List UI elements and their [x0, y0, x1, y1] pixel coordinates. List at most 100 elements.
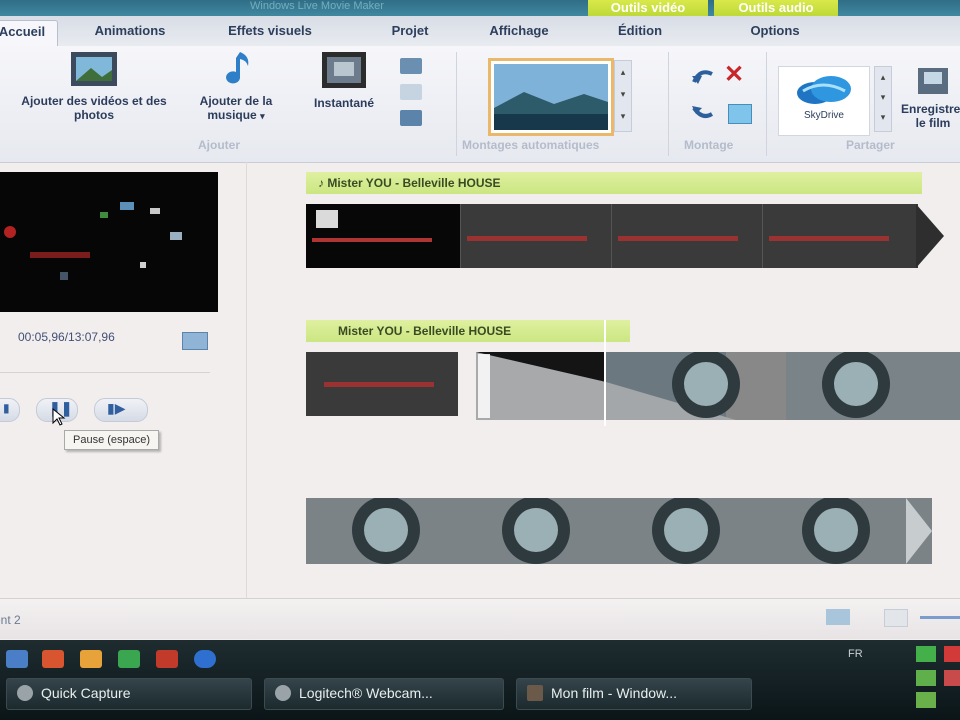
title-icon[interactable] [400, 58, 422, 74]
zoom-slider[interactable] [920, 616, 960, 619]
taskbar-item-logitech-webcam[interactable]: Logitech® Webcam... [264, 678, 504, 710]
panel-divider [246, 162, 247, 602]
tab-home[interactable]: Accueil [0, 20, 58, 47]
show-desktop-icon[interactable] [6, 650, 28, 668]
video-preview[interactable] [0, 172, 218, 312]
clip-thumbnail-icon [316, 210, 338, 228]
clip-end-arrow [916, 204, 944, 268]
ribbon-separator [668, 52, 669, 156]
next-frame-button[interactable]: ▮▶ [94, 398, 148, 422]
taskbar-item-label: Mon film - Window... [551, 685, 678, 701]
video-clip-strip-1[interactable] [306, 204, 918, 268]
next-frame-icon: ▮▶ [107, 400, 126, 416]
taskbar-item-quick-capture[interactable]: Quick Capture [6, 678, 252, 710]
clip-frames-3 [306, 496, 932, 564]
quicklaunch-icon[interactable] [80, 650, 102, 668]
fullscreen-icon[interactable] [182, 332, 208, 350]
automovie-theme-thumbnail[interactable] [488, 58, 614, 136]
rotate-left-icon[interactable] [690, 66, 716, 88]
tab-project[interactable]: Projet [372, 20, 448, 46]
music-note-icon [226, 52, 249, 84]
audio-track-label-2-text: Mister YOU - Belleville HOUSE [338, 324, 512, 338]
select-all-icon[interactable] [728, 104, 752, 124]
clip-frame [461, 204, 612, 268]
quick-capture-icon [17, 685, 33, 701]
skydrive-button[interactable]: SkyDrive [778, 66, 870, 136]
tray-icon[interactable] [916, 692, 936, 708]
landscape-thumbnail-icon [494, 64, 608, 130]
tab-view[interactable]: Affichage [470, 20, 568, 46]
quicklaunch-icon[interactable] [118, 650, 140, 668]
credits-icon[interactable] [400, 110, 422, 126]
previous-frame-button[interactable]: ▮ [0, 398, 20, 422]
zoom-out-button[interactable] [884, 609, 908, 627]
group-label-add: Ajouter [198, 138, 240, 152]
audio-track-label-1-text: ♪ Mister YOU - Belleville HOUSE [318, 176, 501, 190]
snapshot-label: Instantané [313, 96, 374, 110]
add-videos-photos-label: Ajouter des vidéos et des photos [21, 94, 167, 122]
status-bar: ent 2 [0, 598, 960, 639]
clip-detail [769, 236, 889, 241]
clip-detail [324, 382, 434, 387]
taskbar-item-label: Logitech® Webcam... [299, 685, 433, 701]
dropdown-arrow-icon: ▾ [260, 111, 265, 121]
clip-frame [763, 204, 918, 268]
clip-frame [306, 204, 461, 268]
clip-detail [618, 236, 738, 241]
tab-animations[interactable]: Animations [70, 20, 190, 46]
quicklaunch-icon[interactable] [156, 650, 178, 668]
ribbon-separator [456, 52, 457, 156]
caption-icon[interactable] [400, 84, 422, 100]
tray-icon[interactable] [916, 646, 936, 662]
add-music-button[interactable]: Ajouter de la musique ▾ [180, 50, 292, 123]
video-clip-strip-3[interactable] [306, 496, 932, 564]
video-clip-strip-2b[interactable] [476, 350, 960, 420]
video-clip-strip-2a[interactable] [306, 352, 458, 416]
language-indicator[interactable]: FR [848, 648, 863, 660]
quicklaunch-icon[interactable] [194, 650, 216, 668]
tab-visual-effects[interactable]: Effets visuels [210, 20, 330, 46]
preview-frame [0, 172, 218, 312]
film-photo-icon [71, 52, 117, 86]
app-title: Windows Live Movie Maker [250, 0, 384, 12]
tab-edit[interactable]: Édition [598, 20, 682, 46]
timecode: 00:05,96/13:07,96 [18, 330, 115, 344]
clip-frame [612, 204, 763, 268]
save-film-button[interactable]: Enregistrer le film [898, 66, 960, 130]
mouse-cursor-icon [52, 408, 66, 426]
audio-track-label-2[interactable]: Mister YOU - Belleville HOUSE [306, 320, 630, 342]
ribbon-tab-bar: Accueil Animations Effets visuels Projet… [0, 16, 960, 47]
tray-icon[interactable] [944, 646, 960, 662]
divider [0, 372, 210, 373]
taskbar-item-label: Quick Capture [41, 685, 131, 701]
zoom-fit-icon[interactable] [826, 609, 850, 625]
webcam-icon [275, 685, 291, 701]
gallery-scroll[interactable]: ▴ ▾ ▾ [614, 60, 632, 132]
taskbar-item-mon-film[interactable]: Mon film - Window... [516, 678, 752, 710]
ribbon-separator [766, 52, 767, 156]
tab-options[interactable]: Options [728, 20, 822, 46]
clip-detail [312, 238, 432, 242]
snapshot-button[interactable]: Instantané [296, 50, 392, 110]
quicklaunch-icon[interactable] [42, 650, 64, 668]
add-videos-photos-button[interactable]: Ajouter des vidéos et des photos [12, 50, 176, 122]
share-gallery-scroll[interactable]: ▴ ▾ ▾ [874, 66, 892, 132]
tray-icon[interactable] [944, 670, 960, 686]
ribbon: Ajouter des vidéos et des photos Ajouter… [0, 46, 960, 163]
status-text: ent 2 [0, 613, 21, 627]
group-label-share: Partager [846, 138, 895, 152]
transition-clip-frames [476, 350, 960, 420]
pause-tooltip: Pause (espace) [64, 430, 160, 450]
group-label-automovie: Montages automatiques [462, 138, 600, 152]
movie-maker-icon [527, 685, 543, 701]
clip-detail [467, 236, 587, 241]
playhead[interactable] [604, 320, 606, 426]
rotate-right-icon[interactable] [690, 102, 716, 124]
skydrive-cloud-icon [797, 76, 851, 104]
tray-icon[interactable] [916, 670, 936, 686]
audio-track-label-1[interactable]: ♪ Mister YOU - Belleville HOUSE [306, 172, 922, 194]
skydrive-label: SkyDrive [803, 110, 844, 121]
delete-icon[interactable]: ✕ [724, 62, 744, 88]
previous-frame-icon: ▮ [3, 401, 10, 415]
save-film-icon [918, 68, 948, 94]
